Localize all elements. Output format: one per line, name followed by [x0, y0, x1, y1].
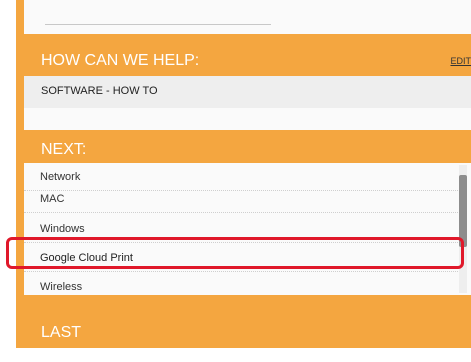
- help-section-spacer: [24, 108, 471, 130]
- last-section-header: LAST: [24, 318, 471, 348]
- next-section-header: NEXT:: [24, 137, 471, 165]
- previous-step-divider: [45, 24, 271, 25]
- previous-step-panel: [24, 0, 471, 34]
- next-section-title: NEXT:: [41, 141, 87, 158]
- help-selected-value: SOFTWARE - HOW TO: [41, 85, 158, 97]
- help-selection-panel: SOFTWARE - HOW TO: [24, 76, 471, 108]
- next-options-list: Network MAC Windows Google Cloud Print W…: [24, 163, 471, 295]
- list-scrollbar-thumb[interactable]: [459, 175, 467, 247]
- list-item-mac[interactable]: MAC: [24, 185, 460, 213]
- last-section-title: LAST: [41, 324, 82, 341]
- list-item-windows[interactable]: Windows: [24, 215, 460, 243]
- list-item-wireless[interactable]: Wireless: [24, 273, 460, 295]
- help-section-header: HOW CAN WE HELP: EDIT: [24, 47, 471, 75]
- list-scrollbar[interactable]: [459, 165, 467, 293]
- wizard-frame: HOW CAN WE HELP: EDIT SOFTWARE - HOW TO …: [16, 0, 471, 348]
- list-item-google-cloud-print[interactable]: Google Cloud Print: [24, 244, 460, 272]
- help-section-title: HOW CAN WE HELP:: [41, 52, 200, 69]
- edit-link[interactable]: EDIT: [450, 47, 471, 75]
